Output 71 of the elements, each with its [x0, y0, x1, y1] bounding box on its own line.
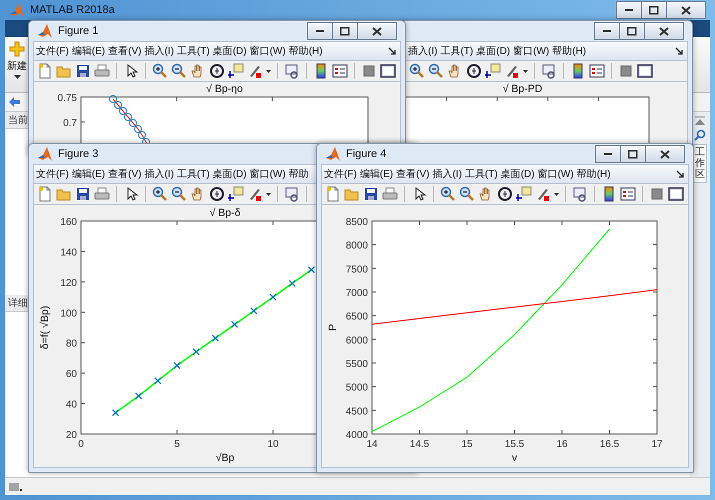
menu-item[interactable]: 帮助(H) — [576, 167, 611, 181]
menu-item[interactable]: 查看(V) — [108, 167, 142, 181]
tick-label: 5500 — [346, 359, 368, 370]
tick-label: 16.5 — [600, 439, 620, 450]
window-title: MATLAB R2018a — [30, 4, 115, 16]
plot-title: √ Bp-ηo — [206, 83, 243, 95]
tick-label: 5 — [174, 439, 180, 450]
tick-label: 20 — [66, 430, 77, 441]
window-title: Figure 4 — [346, 148, 386, 160]
menu-item[interactable]: 插入(I) — [144, 44, 174, 58]
menu-item[interactable]: 工具(T) — [464, 167, 498, 181]
menu-item[interactable]: 桌面(D) — [212, 167, 247, 181]
menu-item[interactable]: 窗口(W) — [250, 44, 286, 58]
menu-item[interactable]: 工具(T) — [176, 44, 210, 58]
menu-item[interactable]: 窗口(W) — [250, 167, 286, 181]
menu-item[interactable]: 窗口(W) — [538, 167, 574, 181]
menu-item[interactable]: 工具(T) — [440, 44, 474, 58]
tick-label: 6000 — [346, 335, 368, 346]
axis-label: P — [327, 324, 339, 331]
tick-label: 160 — [60, 217, 77, 228]
menu-item[interactable]: 文件(F) — [36, 167, 69, 181]
menu-item[interactable]: 帮助(H) — [288, 44, 323, 58]
menu-item[interactable]: 文件(F) — [324, 167, 357, 181]
menu-item[interactable]: 插入(I) — [432, 167, 462, 181]
tick-label: 16 — [556, 439, 568, 450]
plot-title: √ Bp-δ — [210, 207, 240, 219]
menu-item[interactable]: 桌面(D) — [476, 44, 510, 58]
axis-label: √Bp — [216, 452, 234, 464]
tick-label: 7500 — [346, 264, 368, 276]
new-button[interactable]: 新建 — [7, 41, 27, 88]
workspace-tab[interactable]: 工作区 — [693, 144, 707, 183]
tick-label: 8500 — [346, 217, 368, 228]
window-title: Figure 1 — [58, 25, 98, 37]
tick-label: 100 — [60, 308, 77, 320]
menu-item[interactable]: 查看(V) — [396, 167, 430, 181]
tick-label: 0.7 — [63, 118, 77, 129]
menu-item[interactable]: 查看(V) — [108, 44, 142, 58]
menu-item[interactable]: 编辑(E) — [72, 167, 106, 181]
tick-label: 140 — [60, 247, 77, 258]
tick-label: 120 — [60, 278, 77, 289]
tick-label: 15 — [461, 439, 473, 450]
tick-label: 14 — [366, 439, 378, 450]
tick-label: 80 — [66, 338, 77, 350]
menu-item[interactable]: 插入(I) — [408, 44, 438, 58]
tick-label: 15.5 — [504, 439, 524, 450]
tick-label: 8000 — [346, 240, 368, 252]
menu-item[interactable]: 工具(T) — [176, 167, 210, 181]
menu-item[interactable]: 编辑(E) — [72, 44, 106, 58]
tick-label: 7000 — [346, 288, 368, 299]
tick-label: 5000 — [346, 382, 368, 394]
menu-item[interactable]: 文件(F) — [36, 44, 69, 58]
tick-label: 60 — [66, 369, 77, 380]
tick-label: 4500 — [346, 406, 368, 418]
tick-label: 0.75 — [58, 93, 77, 104]
tick-label: 4000 — [346, 430, 368, 441]
tick-label: 6500 — [346, 312, 368, 323]
menu-item[interactable]: 窗口(W) — [513, 44, 550, 58]
menu-item[interactable]: 桌面(D) — [500, 167, 535, 181]
plot-title: √ Bp-PD — [502, 83, 542, 95]
axis-label: v — [512, 452, 518, 464]
window-title: Figure 3 — [58, 148, 98, 160]
menu-item[interactable]: 插入(I) — [144, 167, 174, 181]
tick-label: 40 — [66, 400, 77, 411]
menu-item[interactable]: 桌面(D) — [212, 44, 247, 58]
menu-item[interactable]: 编辑(E) — [360, 167, 394, 181]
tick-label: 0 — [78, 439, 84, 450]
menu-item[interactable]: 帮助(H) — [552, 44, 586, 58]
tick-label: 17 — [651, 439, 663, 450]
menu-item[interactable]: 帮助 — [288, 167, 309, 181]
tick-label: 10 — [267, 439, 279, 450]
tick-label: 14.5 — [410, 439, 430, 450]
